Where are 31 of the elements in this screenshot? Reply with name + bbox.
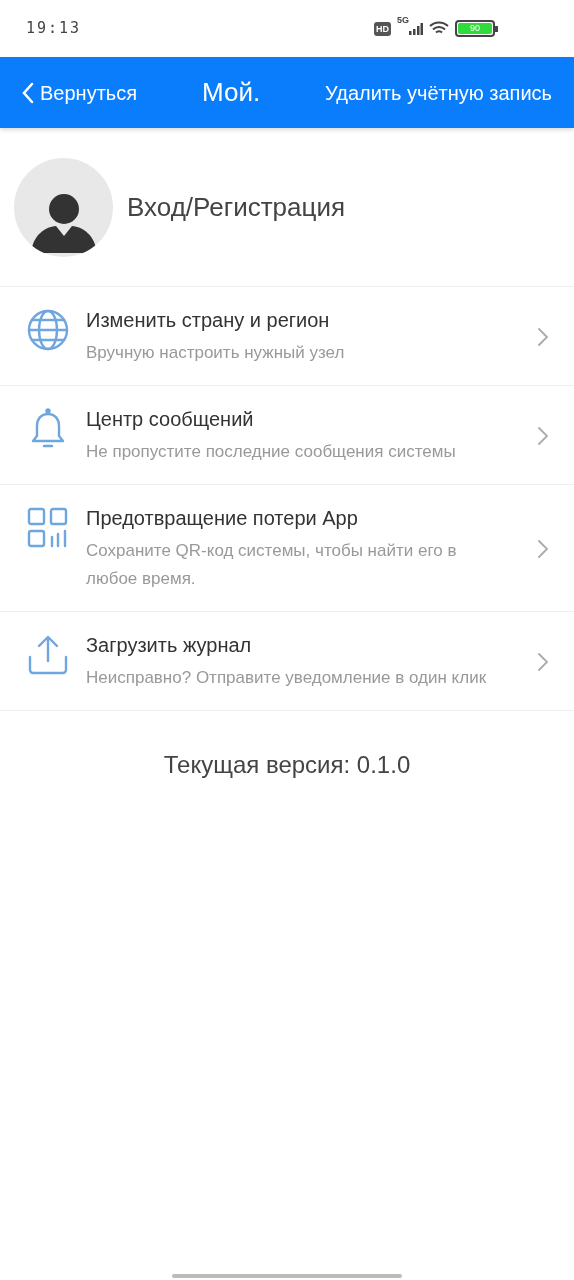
menu-item[interactable]: Предотвращение потери App Сохраните QR-код системы, чтобы найти его в любое время. bbox=[0, 485, 574, 612]
item-subtitle: Вручную настроить нужный узел bbox=[86, 342, 346, 364]
chevron-icon bbox=[538, 427, 548, 445]
back-icon bbox=[22, 81, 34, 104]
item-subtitle: Неисправно? Отправите уведомление в один клик bbox=[86, 667, 488, 689]
chevron-icon bbox=[538, 540, 548, 558]
signal-icon bbox=[409, 22, 423, 35]
menu-item[interactable]: Загрузить журнал Неисправно? Отправите уведомление в один клик bbox=[0, 612, 574, 711]
item-subtitle: Не пропустите последние сообщения системы bbox=[86, 441, 457, 463]
page-title: Мой. bbox=[201, 76, 261, 109]
chevron-icon bbox=[538, 653, 548, 671]
item-subtitle: Сохраните QR-код системы, чтобы найти его в любое время. bbox=[86, 540, 458, 590]
battery-level: 90 bbox=[470, 24, 480, 33]
wifi-icon bbox=[429, 21, 449, 36]
hd-badge: HD bbox=[374, 21, 391, 36]
network-label: 5G bbox=[397, 16, 409, 25]
item-title: Загрузить журнал bbox=[86, 633, 253, 658]
item-title: Центр сообщений bbox=[86, 407, 255, 432]
menu-item[interactable]: Центр сообщений Не пропустите последние сообщения системы bbox=[0, 386, 574, 485]
globe-icon bbox=[26, 308, 70, 352]
item-title: Предотвращение потери App bbox=[86, 506, 359, 531]
menu-item[interactable]: Изменить страну и регион Вручную настроить нужный узел bbox=[0, 287, 574, 386]
back-button[interactable]: Вернуться bbox=[22, 77, 138, 108]
delete-account-button[interactable]: Удалить учётную запись bbox=[325, 77, 552, 108]
login-row[interactable]: Вход/Регистрация bbox=[0, 129, 574, 287]
upload-icon bbox=[26, 633, 70, 677]
item-title: Изменить страну и регион bbox=[86, 308, 331, 333]
version-text: Текущая версия: 0.1.0 bbox=[162, 750, 412, 780]
status-time: 19:13 bbox=[26, 18, 82, 40]
chevron-icon bbox=[538, 328, 548, 346]
qr-code-icon bbox=[26, 506, 70, 550]
